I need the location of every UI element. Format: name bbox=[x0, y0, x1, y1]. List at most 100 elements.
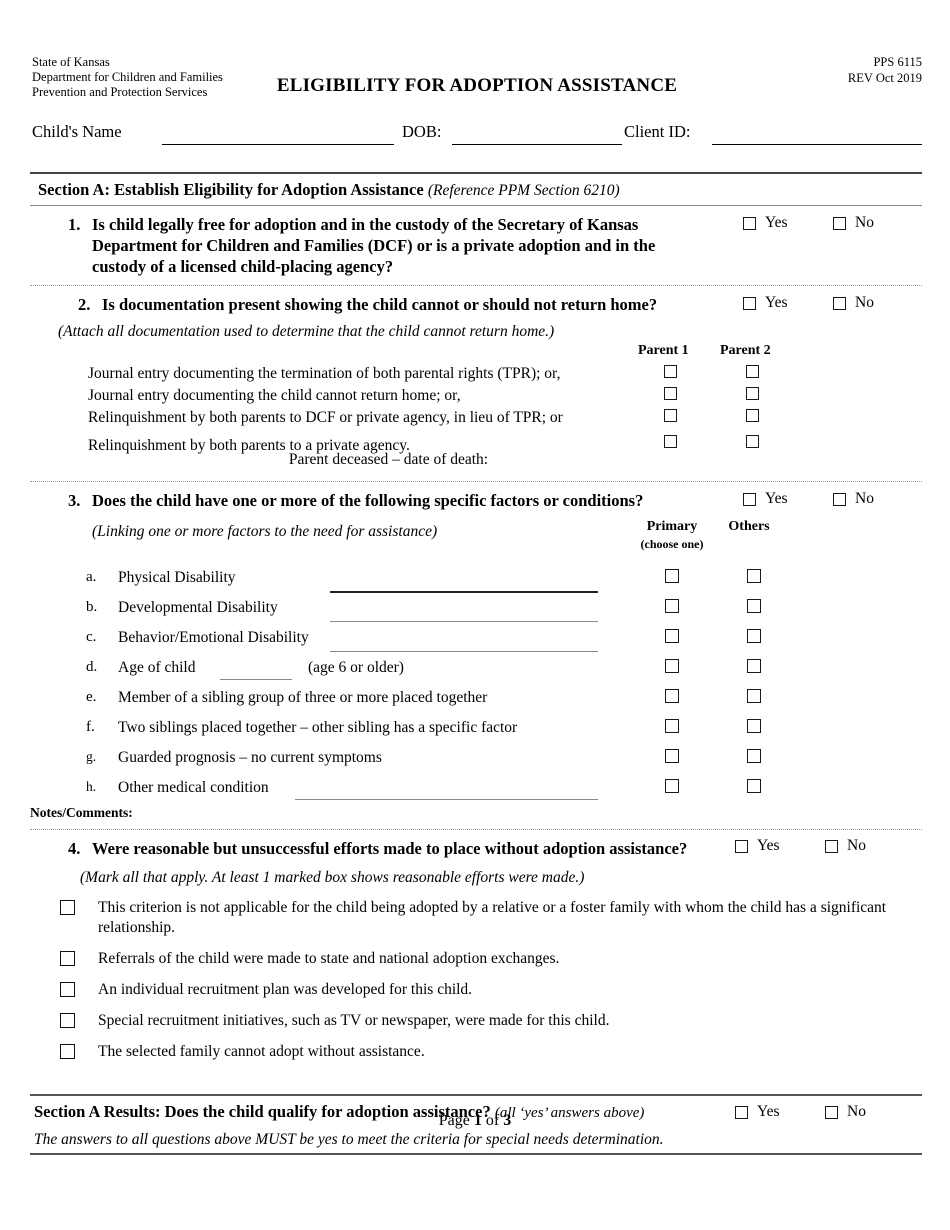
client-id-input[interactable] bbox=[712, 122, 922, 145]
checkbox-icon[interactable] bbox=[743, 296, 756, 310]
factor-d-primary-checkbox[interactable] bbox=[665, 659, 679, 673]
factor-c-blank-input[interactable] bbox=[330, 651, 598, 652]
factor-b-primary-checkbox[interactable] bbox=[665, 599, 679, 613]
checkbox-icon[interactable] bbox=[60, 1044, 75, 1059]
primary-column-subheader: (choose one) bbox=[640, 537, 704, 551]
factor-b-blank-input[interactable] bbox=[330, 621, 598, 622]
factor-b-others-checkbox[interactable] bbox=[747, 599, 761, 613]
q2-row-3-parent2-checkbox[interactable] bbox=[746, 435, 759, 448]
page-title: ELIGIBILITY FOR ADOPTION ASSISTANCE bbox=[276, 75, 678, 96]
q2-row-0-parent2-checkbox[interactable] bbox=[746, 365, 759, 378]
factor-a-blank-input[interactable] bbox=[330, 591, 598, 593]
factor-g-primary-checkbox[interactable] bbox=[665, 749, 679, 763]
question-2-answers: Yes No bbox=[715, 294, 920, 316]
q2-row-0-parent1-checkbox[interactable] bbox=[664, 365, 677, 378]
factor-f-others-checkbox[interactable] bbox=[747, 719, 761, 733]
factor-a-primary-checkbox[interactable] bbox=[665, 569, 679, 583]
factor-h-label: Other medical condition bbox=[118, 779, 269, 796]
checkbox-icon[interactable] bbox=[743, 216, 756, 230]
form-page: State of Kansas Department for Children … bbox=[0, 0, 950, 1230]
question-3-text: Does the child have one or more of the f… bbox=[92, 491, 644, 510]
q4-option-3[interactable]: Special recruitment initiatives, such as… bbox=[60, 1011, 922, 1031]
q4-option-0[interactable]: This criterion is not applicable for the… bbox=[60, 898, 922, 938]
q4-option-4[interactable]: The selected family cannot adopt without… bbox=[60, 1042, 922, 1062]
factor-d-others-checkbox[interactable] bbox=[747, 659, 761, 673]
q2-row-2-label: Relinquishment by both parents to DCF or… bbox=[88, 409, 563, 426]
q2-row-1-parent2-checkbox[interactable] bbox=[746, 387, 759, 400]
parent-deceased-label: Parent deceased – date of death: bbox=[288, 451, 489, 468]
factor-c-primary-checkbox[interactable] bbox=[665, 629, 679, 643]
question-4-note: (Mark all that apply. At least 1 marked … bbox=[80, 869, 585, 886]
factor-a-others-checkbox[interactable] bbox=[747, 569, 761, 583]
results-statement: The answers to all questions above MUST … bbox=[34, 1131, 664, 1148]
question-3: 3. Does the child have one or more of th… bbox=[30, 482, 922, 820]
primary-column-header: Primary bbox=[646, 519, 698, 534]
factor-e-others-checkbox[interactable] bbox=[747, 689, 761, 703]
notes-comments-label: Notes/Comments: bbox=[30, 805, 133, 820]
checkbox-icon[interactable] bbox=[833, 216, 846, 230]
factor-c-others-checkbox[interactable] bbox=[747, 629, 761, 643]
factor-h-others-checkbox[interactable] bbox=[747, 779, 761, 793]
section-a-reference: (Reference PPM Section 6210) bbox=[427, 182, 620, 199]
checkbox-icon[interactable] bbox=[833, 492, 846, 506]
page-prefix: Page bbox=[438, 1112, 474, 1129]
factor-b-label: Developmental Disability bbox=[118, 599, 278, 616]
checkbox-icon[interactable] bbox=[60, 951, 75, 966]
checkbox-icon[interactable] bbox=[60, 982, 75, 997]
dob-input[interactable] bbox=[452, 122, 622, 145]
page-middle: of bbox=[481, 1112, 504, 1129]
checkbox-icon[interactable] bbox=[825, 839, 838, 853]
form-meta: PPS 6115 REV Oct 2019 bbox=[848, 55, 922, 86]
question-2-note: (Attach all documentation used to determ… bbox=[58, 323, 555, 340]
checkbox-icon[interactable] bbox=[743, 492, 756, 506]
factor-f-primary-checkbox[interactable] bbox=[665, 719, 679, 733]
question-3-yes-label: Yes bbox=[765, 490, 788, 507]
q4-option-2[interactable]: An individual recruitment plan was devel… bbox=[60, 980, 922, 1000]
factor-c-letter: c. bbox=[86, 629, 97, 645]
question-2-parent-table: Parent 1 Parent 2 Journal entry document… bbox=[30, 343, 922, 473]
form-revision: REV Oct 2019 bbox=[847, 70, 922, 85]
section-a-heading: Section A: Establish Eligibility for Ado… bbox=[30, 174, 922, 205]
checkbox-icon[interactable] bbox=[735, 839, 748, 853]
section-a: Section A: Establish Eligibility for Ado… bbox=[30, 172, 922, 1155]
question-2-no[interactable]: No bbox=[833, 294, 874, 312]
question-2: 2. Is documentation present showing the … bbox=[30, 286, 922, 481]
question-1: 1. Is child legally free for adoption an… bbox=[30, 206, 922, 285]
factor-e-primary-checkbox[interactable] bbox=[665, 689, 679, 703]
question-3-answers: Yes No bbox=[715, 490, 920, 512]
question-1-no[interactable]: No bbox=[833, 214, 874, 232]
question-4-yes[interactable]: Yes bbox=[735, 837, 780, 855]
child-info-row: Child's Name DOB: Client ID: bbox=[32, 122, 922, 152]
parent-1-header: Parent 1 bbox=[638, 343, 689, 358]
question-1-number: 1. bbox=[68, 215, 81, 234]
q2-row-2-parent2-checkbox[interactable] bbox=[746, 409, 759, 422]
question-4-no[interactable]: No bbox=[825, 837, 866, 855]
page-total: 3 bbox=[503, 1112, 512, 1129]
question-1-no-label: No bbox=[855, 214, 874, 231]
question-1-yes[interactable]: Yes bbox=[743, 214, 788, 232]
factor-d-letter: d. bbox=[86, 659, 98, 675]
factor-d-age-input[interactable] bbox=[220, 679, 292, 680]
question-4-text: Were reasonable but unsuccessful efforts… bbox=[92, 839, 688, 858]
question-2-yes[interactable]: Yes bbox=[743, 294, 788, 312]
question-3-yes[interactable]: Yes bbox=[743, 490, 788, 508]
q2-row-1-parent1-checkbox[interactable] bbox=[664, 387, 677, 400]
q2-row-2-parent1-checkbox[interactable] bbox=[664, 409, 677, 422]
q2-row-3-parent1-checkbox[interactable] bbox=[664, 435, 677, 448]
factor-g-others-checkbox[interactable] bbox=[747, 749, 761, 763]
factor-f-label: Two siblings placed together – other sib… bbox=[118, 719, 518, 736]
checkbox-icon[interactable] bbox=[60, 1013, 75, 1028]
q4-option-3-label: Special recruitment initiatives, such as… bbox=[98, 1012, 610, 1029]
question-1-answers: Yes No bbox=[715, 214, 920, 236]
question-1-text: Is child legally free for adoption and i… bbox=[92, 215, 656, 276]
results-bottom-rule bbox=[30, 1153, 922, 1155]
checkbox-icon[interactable] bbox=[60, 900, 75, 915]
checkbox-icon[interactable] bbox=[833, 296, 846, 310]
document-header: State of Kansas Department for Children … bbox=[32, 55, 922, 105]
child-name-input[interactable] bbox=[162, 122, 394, 145]
factor-h-blank-input[interactable] bbox=[295, 799, 598, 800]
q4-option-1[interactable]: Referrals of the child were made to stat… bbox=[60, 949, 922, 969]
factor-h-primary-checkbox[interactable] bbox=[665, 779, 679, 793]
question-3-note: (Linking one or more factors to the need… bbox=[92, 523, 438, 540]
question-3-no[interactable]: No bbox=[833, 490, 874, 508]
